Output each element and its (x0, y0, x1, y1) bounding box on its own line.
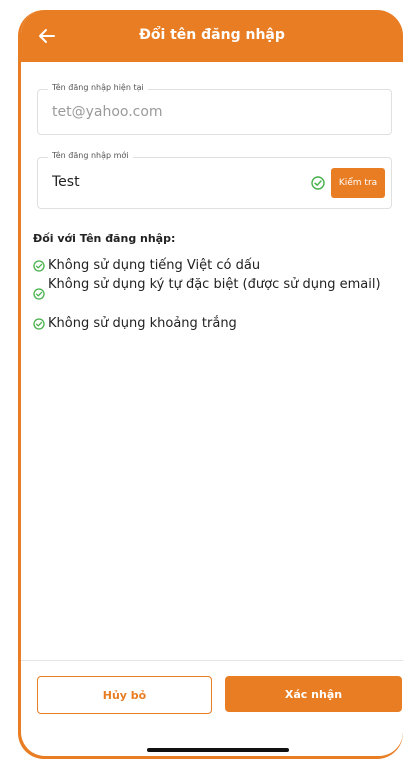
current-username-value: tet@yahoo.com (52, 104, 163, 120)
footer-divider (21, 660, 403, 661)
new-username-label: Tên đăng nhập mới (48, 151, 133, 160)
header-bar: Đổi tên đăng nhập (21, 10, 403, 62)
cancel-button[interactable]: Hủy bỏ (37, 676, 212, 714)
page-title: Đổi tên đăng nhập (139, 27, 285, 43)
check-circle-icon (311, 176, 325, 190)
new-username-input[interactable]: Test (52, 174, 80, 190)
check-circle-icon (33, 318, 45, 330)
rule-text: Không sử dụng khoảng trắng (48, 316, 237, 331)
rules-title: Đối với Tên đăng nhập: (33, 232, 176, 245)
rule-item: Không sử dụng khoảng trắng (33, 315, 393, 333)
check-username-button[interactable]: Kiểm tra (331, 168, 385, 198)
new-username-field[interactable]: Tên đăng nhập mới Test Kiểm tra (37, 151, 392, 209)
rule-text: Không sử dụng ký tự đặc biệt (được sử dụ… (48, 277, 381, 292)
check-circle-icon (33, 288, 45, 300)
confirm-button[interactable]: Xác nhận (225, 676, 402, 712)
phone-frame: Đổi tên đăng nhập Tên đăng nhập hiện tại… (18, 10, 403, 759)
home-indicator[interactable] (147, 748, 289, 752)
current-username-field: Tên đăng nhập hiện tại tet@yahoo.com (37, 83, 392, 135)
current-username-label: Tên đăng nhập hiện tại (48, 83, 148, 92)
rule-item: Không sử dụng tiếng Việt có dấu (33, 257, 393, 275)
screen: Đổi tên đăng nhập Tên đăng nhập hiện tại… (21, 10, 403, 756)
rule-item: Không sử dụng ký tự đặc biệt (được sử dụ… (33, 276, 393, 312)
rule-text: Không sử dụng tiếng Việt có dấu (48, 258, 261, 273)
check-circle-icon (33, 260, 45, 272)
